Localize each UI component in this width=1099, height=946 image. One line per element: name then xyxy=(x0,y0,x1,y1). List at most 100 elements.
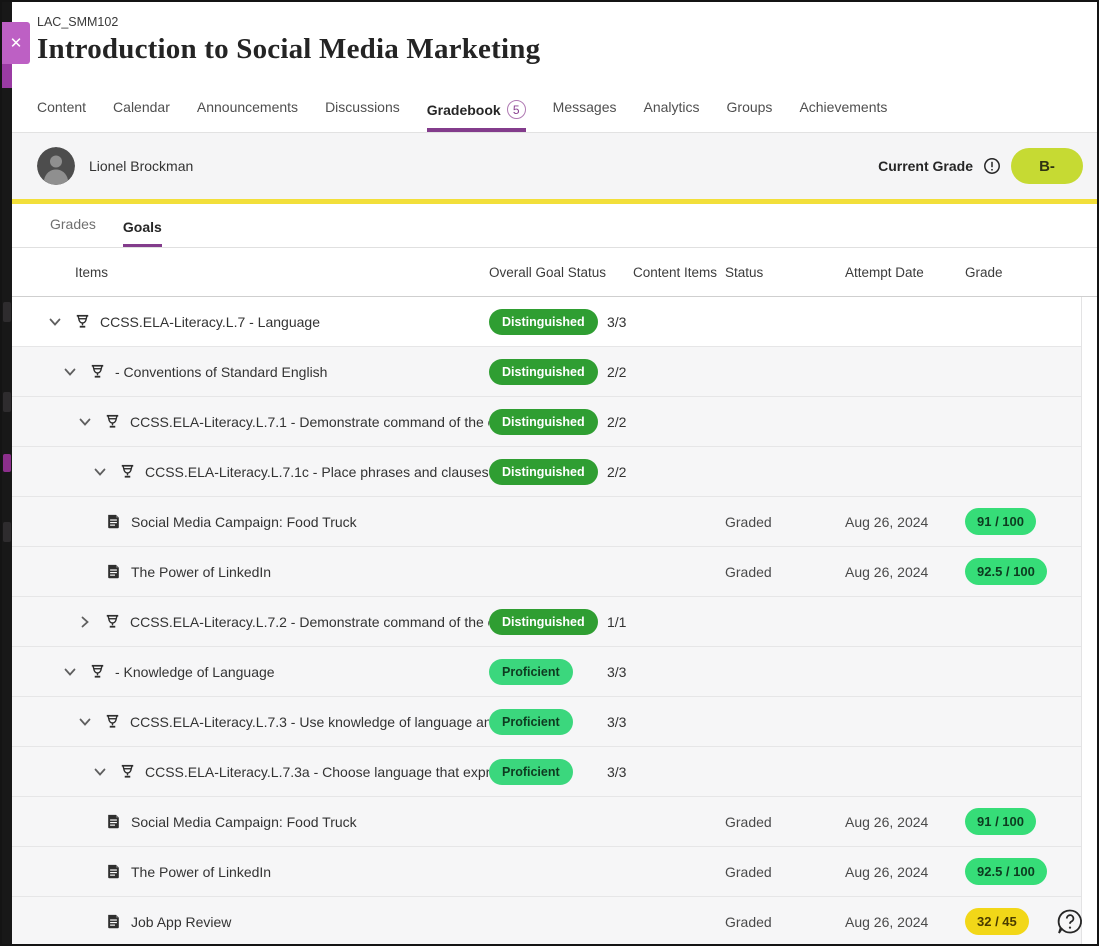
grade-pill: 32 / 45 xyxy=(965,908,1029,935)
tab-label: Messages xyxy=(553,99,617,115)
close-tab-extension xyxy=(2,64,12,88)
item-status: Graded xyxy=(725,814,845,830)
expand-chevron-icon[interactable] xyxy=(62,664,78,680)
tab-groups[interactable]: Groups xyxy=(727,99,773,132)
attempt-date: Aug 26, 2024 xyxy=(845,514,965,530)
content-item-row[interactable]: The Power of LinkedIn Graded Aug 26, 202… xyxy=(12,847,1081,897)
goal-name: CCSS.ELA-Literacy.L.7 - Language xyxy=(100,314,320,330)
goal-status-pill: Distinguished xyxy=(489,609,598,635)
col-header-grade: Grade xyxy=(965,265,1099,280)
item-status: Graded xyxy=(725,864,845,880)
content-item-row[interactable]: The Power of LinkedIn Graded Aug 26, 202… xyxy=(12,547,1081,597)
expand-chevron-icon[interactable] xyxy=(47,314,63,330)
subtab-grades[interactable]: Grades xyxy=(50,216,96,247)
goal-row[interactable]: - Knowledge of Language Proficient 3/3 xyxy=(12,647,1081,697)
goal-row[interactable]: CCSS.ELA-Literacy.L.7.1 - Demonstrate co… xyxy=(12,397,1081,447)
current-grade-pill: B- xyxy=(1011,148,1083,184)
expand-chevron-icon[interactable] xyxy=(77,714,93,730)
document-icon xyxy=(105,813,122,830)
grade-pill: 91 / 100 xyxy=(965,508,1036,535)
avatar xyxy=(37,147,75,185)
app-window: ✕ LAC_SMM102 Introduction to Social Medi… xyxy=(0,0,1099,946)
current-grade-label: Current Grade xyxy=(878,158,973,174)
content-items-count: 3/3 xyxy=(607,664,725,680)
goal-row[interactable]: CCSS.ELA-Literacy.L.7.2 - Demonstrate co… xyxy=(12,597,1081,647)
goal-name: CCSS.ELA-Literacy.L.7.3 - Use knowledge … xyxy=(130,714,489,730)
tab-calendar[interactable]: Calendar xyxy=(113,99,170,132)
col-header-items: Items xyxy=(37,265,489,280)
content-item-row[interactable]: Social Media Campaign: Food Truck Graded… xyxy=(12,797,1081,847)
table-body: CCSS.ELA-Literacy.L.7 - Language Disting… xyxy=(12,297,1082,946)
document-icon xyxy=(105,913,122,930)
goal-row[interactable]: CCSS.ELA-Literacy.L.7 - Language Disting… xyxy=(12,297,1081,347)
content-item-row[interactable]: Social Media Campaign: Food Truck Graded… xyxy=(12,497,1081,547)
tab-analytics[interactable]: Analytics xyxy=(643,99,699,132)
content-items-count: 3/3 xyxy=(607,314,725,330)
content-item-name: Job App Review xyxy=(131,914,231,930)
subtab-goals[interactable]: Goals xyxy=(123,219,162,247)
goal-name: - Knowledge of Language xyxy=(115,664,275,680)
close-icon: ✕ xyxy=(10,34,23,52)
document-icon xyxy=(105,563,122,580)
goal-row[interactable]: CCSS.ELA-Literacy.L.7.3 - Use knowledge … xyxy=(12,697,1081,747)
attempt-date: Aug 26, 2024 xyxy=(845,864,965,880)
course-header: LAC_SMM102 Introduction to Social Media … xyxy=(12,2,1099,133)
goal-trophy-icon xyxy=(119,763,136,780)
tab-messages[interactable]: Messages xyxy=(553,99,617,132)
grade-pill: 92.5 / 100 xyxy=(965,858,1047,885)
background-app-strip xyxy=(2,2,12,944)
expand-chevron-icon[interactable] xyxy=(92,764,108,780)
tab-content[interactable]: Content xyxy=(37,99,86,132)
student-name: Lionel Brockman xyxy=(89,158,193,174)
student-summary-bar: Lionel Brockman Current Grade B- xyxy=(12,133,1099,199)
grade-pill: 91 / 100 xyxy=(965,808,1036,835)
tab-label: Groups xyxy=(727,99,773,115)
goal-trophy-icon xyxy=(119,463,136,480)
goal-row[interactable]: - Conventions of Standard English Distin… xyxy=(12,347,1081,397)
expand-chevron-icon[interactable] xyxy=(77,614,93,630)
item-status: Graded xyxy=(725,564,845,580)
goal-status-pill: Proficient xyxy=(489,759,573,785)
course-panel: LAC_SMM102 Introduction to Social Media … xyxy=(12,2,1099,944)
grade-pill: 92.5 / 100 xyxy=(965,558,1047,585)
background-icon xyxy=(3,522,11,542)
goal-row[interactable]: CCSS.ELA-Literacy.L.7.3a - Choose langua… xyxy=(12,747,1081,797)
col-header-attempt-date: Attempt Date xyxy=(845,265,965,280)
col-header-status: Status xyxy=(725,265,845,280)
info-icon[interactable] xyxy=(983,157,1001,175)
goal-row[interactable]: CCSS.ELA-Literacy.L.7.1c - Place phrases… xyxy=(12,447,1081,497)
expand-chevron-icon[interactable] xyxy=(92,464,108,480)
tab-label: Gradebook xyxy=(427,102,501,118)
background-icon xyxy=(3,454,11,472)
content-items-count: 2/2 xyxy=(607,414,725,430)
goal-trophy-icon xyxy=(74,313,91,330)
content-items-count: 3/3 xyxy=(607,714,725,730)
tab-label: Calendar xyxy=(113,99,170,115)
help-button[interactable] xyxy=(1055,907,1085,937)
close-panel-button[interactable]: ✕ xyxy=(2,22,30,64)
gradebook-subtabs: Grades Goals xyxy=(12,204,1099,248)
goal-name: CCSS.ELA-Literacy.L.7.1 - Demonstrate co… xyxy=(130,414,489,430)
item-status: Graded xyxy=(725,914,845,930)
goal-status-pill: Proficient xyxy=(489,659,573,685)
content-item-name: Social Media Campaign: Food Truck xyxy=(131,514,357,530)
goal-name: CCSS.ELA-Literacy.L.7.1c - Place phrases… xyxy=(145,464,489,480)
goal-trophy-icon xyxy=(104,413,121,430)
col-header-content-items: Content Items xyxy=(607,265,725,280)
goal-trophy-icon xyxy=(89,363,106,380)
table-header-row: Items Overall Goal Status Content Items … xyxy=(12,248,1099,297)
course-nav: Content Calendar Announcements Discussio… xyxy=(12,99,887,132)
tab-achievements[interactable]: Achievements xyxy=(799,99,887,132)
expand-chevron-icon[interactable] xyxy=(77,414,93,430)
tab-label: Announcements xyxy=(197,99,298,115)
goal-status-pill: Proficient xyxy=(489,709,573,735)
goal-status-pill: Distinguished xyxy=(489,309,598,335)
tab-discussions[interactable]: Discussions xyxy=(325,99,400,132)
tab-announcements[interactable]: Announcements xyxy=(197,99,298,132)
goal-status-pill: Distinguished xyxy=(489,409,598,435)
tab-gradebook[interactable]: Gradebook 5 xyxy=(427,100,526,132)
goal-name: - Conventions of Standard English xyxy=(115,364,327,380)
content-item-row[interactable]: Job App Review Graded Aug 26, 2024 32 / … xyxy=(12,897,1081,946)
expand-chevron-icon[interactable] xyxy=(62,364,78,380)
content-item-name: The Power of LinkedIn xyxy=(131,564,271,580)
